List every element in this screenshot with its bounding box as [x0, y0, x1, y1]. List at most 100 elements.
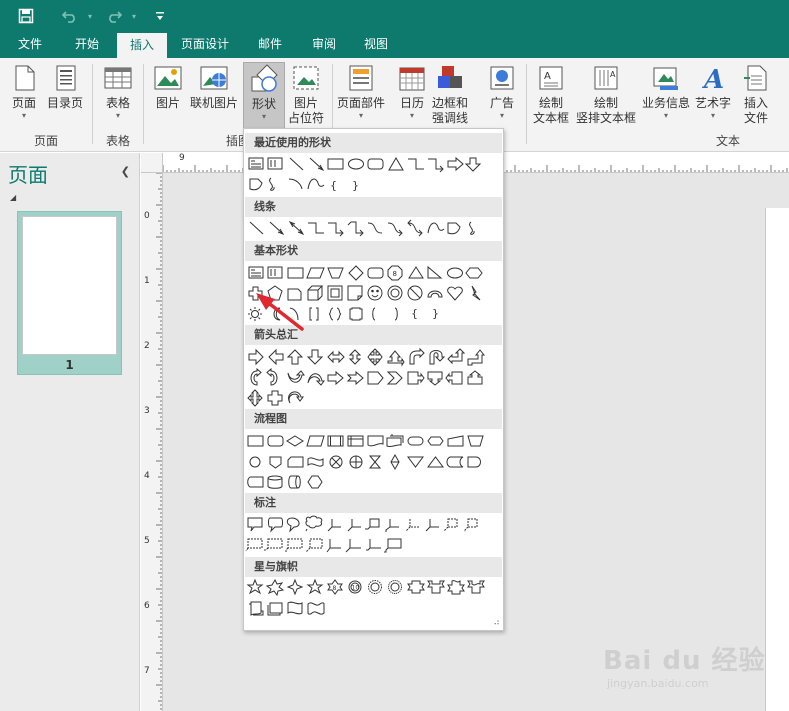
chevron-down-icon: ▾ [664, 111, 669, 120]
draw-vertical-text-box-label: 绘制 [594, 96, 619, 110]
tab-review[interactable]: 审阅 [304, 32, 344, 58]
pages-pane-title: 页面 [8, 163, 48, 187]
ruler-label: 7 [144, 666, 150, 676]
tab-page-design[interactable]: 页面设计 [173, 32, 237, 58]
redo-icon[interactable] [104, 6, 124, 26]
shapes-button[interactable]: 形状 ▾ [243, 62, 285, 134]
draw-text-box-label: 绘制 [539, 96, 564, 110]
chevron-down-icon: ▾ [499, 111, 504, 120]
watermark: Bai du 经验 jingyan.baidu.com [603, 640, 766, 690]
page-thumbnail-number: 1 [65, 358, 74, 372]
chevron-down-icon: ▾ [21, 111, 26, 120]
shapes-label: 形状 [251, 97, 276, 111]
shapes-dropdown: 最近使用的形状 线条 基本形状 箭头总汇 流程图 标注 星与旗帜 { } 8 {… [243, 128, 504, 631]
tab-insert[interactable]: 插入 [117, 32, 167, 58]
borders-accents-icon [438, 66, 462, 88]
chevron-down-icon: ▾ [261, 112, 266, 121]
calendar-icon [399, 67, 425, 91]
customize-icon[interactable] [150, 6, 170, 26]
word-art-label: 艺术字 [695, 96, 732, 110]
picture-placeholder-sub: 占位符 [288, 111, 325, 125]
calendar-label: 日历 [399, 96, 424, 110]
calendar-button[interactable]: 日历 ▾ [396, 62, 428, 121]
business-info-button[interactable]: 业务信息 ▾ [642, 62, 690, 121]
picture-placeholder-label: 图片 [294, 96, 319, 110]
picture-button[interactable]: 图片 [152, 62, 184, 111]
table-label: 表格 [105, 96, 130, 110]
picture-icon [154, 66, 182, 90]
borders-accents-sub: 强调线 [432, 111, 469, 125]
tab-home[interactable]: 开始 [67, 32, 107, 58]
page-thumbnail-preview [22, 216, 117, 355]
page-parts-label: 页面部件 [337, 96, 386, 110]
borders-accents-button[interactable]: 边框和 强调线 [432, 62, 468, 126]
table-button[interactable]: 表格 ▾ [102, 62, 134, 121]
ruler-label: 3 [144, 406, 150, 416]
ruler-label: 1 [144, 276, 150, 286]
picture-placeholder-icon [293, 66, 319, 90]
ruler-label: 5 [144, 536, 150, 546]
insert-file-icon [744, 65, 767, 91]
vertical-text-box-icon: A [594, 66, 618, 90]
advertisement-icon [490, 66, 514, 90]
chevron-down-icon: ▾ [359, 111, 364, 120]
tab-file[interactable]: 文件 [10, 32, 50, 58]
picture-placeholder-button[interactable]: 图片 占位符 [288, 62, 324, 126]
tab-mailings[interactable]: 邮件 [250, 32, 290, 58]
group-label-pages: 页面 [34, 134, 59, 148]
ruler-label: 2 [144, 341, 150, 351]
svg-text:A: A [610, 70, 616, 79]
shapes-icon [251, 64, 278, 92]
word-art-button[interactable]: A 艺术字 ▾ [695, 62, 731, 121]
toc-page-icon [56, 65, 76, 91]
chevron-down-icon: ▾ [409, 111, 414, 120]
svg-text:A: A [701, 65, 724, 94]
resize-grip-icon[interactable]: ⠴ [493, 618, 500, 628]
vertical-ruler[interactable]: 0 1 2 3 4 5 6 7 [141, 173, 163, 711]
online-picture-label: 联机图片 [190, 96, 239, 110]
picture-label: 图片 [155, 96, 180, 110]
tab-view[interactable]: 视图 [356, 32, 396, 58]
annotation-arrow [256, 293, 304, 331]
business-info-label: 业务信息 [642, 96, 691, 110]
chevron-down-icon: ▾ [115, 111, 120, 120]
group-label-tables: 表格 [106, 134, 131, 148]
toc-page-label: 目录页 [47, 96, 84, 110]
page-parts-icon [349, 65, 373, 91]
draw-text-box-button[interactable]: A 绘制 文本框 [533, 62, 569, 126]
insert-file-button[interactable]: 插入 文件 [740, 62, 772, 126]
svg-text:A: A [544, 71, 551, 82]
document-page[interactable] [765, 208, 789, 711]
expand-triangle-icon[interactable]: ◢ [10, 193, 16, 202]
group-separator [143, 64, 144, 144]
group-separator [92, 64, 93, 144]
draw-vertical-text-box-sub: 竖排文本框 [576, 111, 637, 125]
online-picture-icon [200, 66, 228, 90]
borders-accents-label: 边框和 [432, 96, 469, 110]
watermark-logo: Bai du 经验 [603, 646, 766, 676]
ruler-corner [141, 153, 163, 173]
toc-page-button[interactable]: 目录页 [47, 62, 83, 111]
draw-text-box-sub: 文本框 [533, 111, 570, 125]
online-picture-button[interactable]: 联机图片 [190, 62, 238, 111]
page-button[interactable]: 页面 ▾ [8, 62, 40, 121]
advertisement-label: 广告 [489, 96, 514, 110]
page-button-label: 页面 [11, 96, 36, 110]
draw-vertical-text-box-button[interactable]: A 绘制 竖排文本框 [576, 62, 636, 126]
undo-icon[interactable] [60, 6, 80, 26]
page-thumbnail[interactable]: 1 [17, 211, 122, 375]
collapse-pane-icon[interactable]: ❮ [121, 165, 130, 178]
insert-file-label: 插入 [743, 96, 768, 110]
advertisement-button[interactable]: 广告 ▾ [486, 62, 518, 121]
undo-dropdown-icon[interactable]: ▾ [80, 6, 100, 26]
ruler-label: 4 [144, 471, 150, 481]
save-icon[interactable] [16, 6, 36, 26]
pages-pane: 页面 ❮ ◢ 1 [0, 153, 140, 711]
redo-dropdown-icon[interactable]: ▾ [124, 6, 144, 26]
page-icon [15, 65, 35, 91]
table-icon [104, 67, 132, 89]
insert-file-sub: 文件 [743, 111, 768, 125]
chevron-down-icon: ▾ [711, 111, 716, 120]
ruler-label: 6 [144, 601, 150, 611]
page-parts-button[interactable]: 页面部件 ▾ [337, 62, 385, 121]
